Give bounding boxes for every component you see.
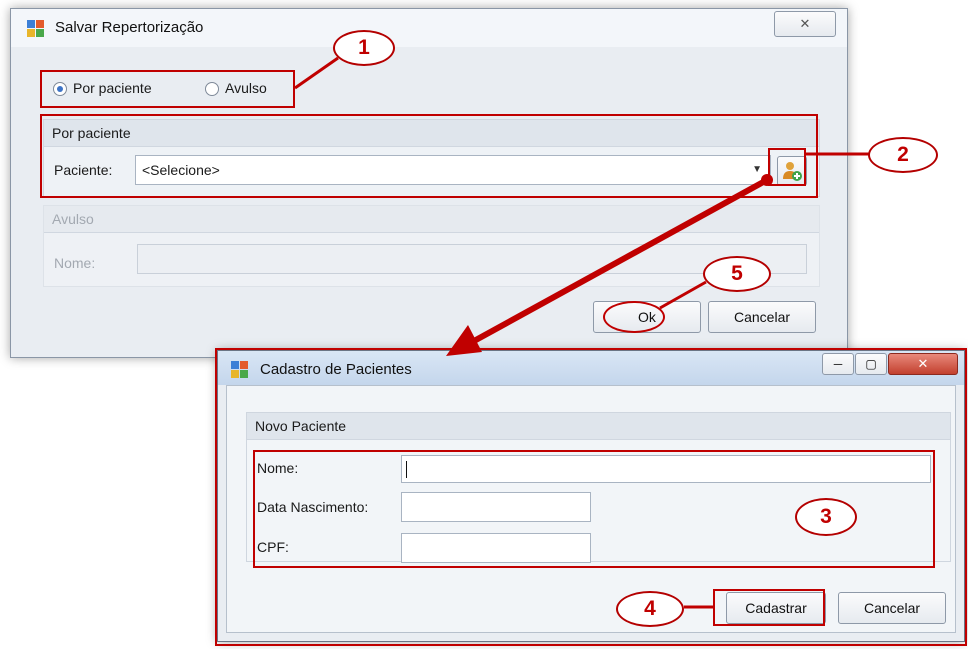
highlight-radio-group [40,70,295,108]
close-icon: ✕ [799,16,811,31]
callout-3: 3 [795,498,857,536]
callout-2: 2 [868,137,938,173]
window-app-icon [27,20,45,38]
highlight-cadastrar-button [713,589,825,626]
highlight-ok-button [603,301,665,333]
callout-4: 4 [616,591,684,627]
highlight-por-paciente-group [40,114,818,198]
titlebar: Salvar Repertorização ✕ [11,9,847,47]
cancel-button[interactable]: Cancelar [708,301,816,333]
callout-5: 5 [703,256,771,292]
nome-label: Nome: [54,255,96,271]
window-title: Salvar Repertorização [55,19,204,36]
highlight-add-patient-button [768,148,806,186]
group-header: Avulso [44,206,819,233]
callout-1: 1 [333,30,395,66]
close-button[interactable]: ✕ [774,11,836,37]
group-avulso-title: Avulso [52,211,94,227]
